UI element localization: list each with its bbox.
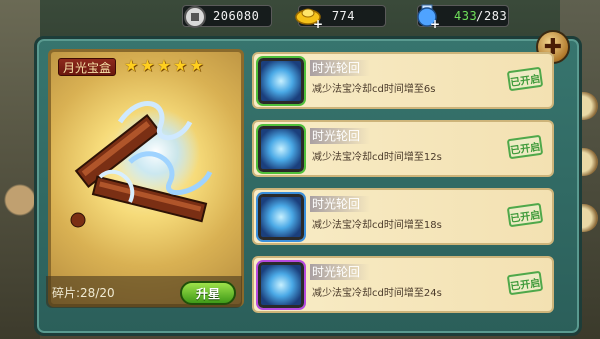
treasure-name-tag: 月光宝盒 xyxy=(58,58,116,76)
energy-max: 283 xyxy=(484,9,508,23)
moonlight-box-artwork xyxy=(70,101,213,228)
skill-row[interactable]: 时光轮回 减少法宝冷却cd时间增至18s 已开启 xyxy=(252,188,554,245)
star-icon: ★ xyxy=(189,56,204,75)
unlocked-stamp: 已开启 xyxy=(506,66,544,92)
time-reverse-skill-icon xyxy=(258,58,304,104)
skill-title: 时光轮回 xyxy=(310,128,371,144)
fragment-count: 碎片:28/20 xyxy=(52,286,115,300)
energy-counter: + 433 / 283 xyxy=(417,4,509,29)
svg-text:+: + xyxy=(430,17,440,29)
coin-icon xyxy=(184,6,206,28)
skill-description: 减少法宝冷却cd时间增至6s xyxy=(312,84,436,95)
gold-ingot-add-icon[interactable]: + xyxy=(295,2,323,30)
star-rating: ★ ★ ★ ★ ★ xyxy=(124,58,204,74)
time-reverse-skill-icon xyxy=(258,262,304,308)
gold-value: 774 xyxy=(331,9,355,23)
skill-title: 时光轮回 xyxy=(310,196,371,212)
energy-potion-add-icon[interactable]: + xyxy=(414,1,442,29)
skill-row[interactable]: 时光轮回 减少法宝冷却cd时间增至24s 已开启 xyxy=(252,256,554,313)
star-icon: ★ xyxy=(124,56,139,75)
skill-description: 减少法宝冷却cd时间增至18s xyxy=(312,220,442,231)
star-icon: ★ xyxy=(140,56,155,75)
star-icon: ★ xyxy=(156,56,172,75)
upgrade-star-button[interactable]: 升星 xyxy=(180,281,236,305)
unlocked-stamp: 已开启 xyxy=(506,270,544,296)
time-reverse-skill-icon xyxy=(258,194,304,240)
skill-title: 时光轮回 xyxy=(310,264,371,280)
skill-row[interactable]: 时光轮回 减少法宝冷却cd时间增至6s 已开启 xyxy=(252,52,554,109)
unlocked-stamp: 已开启 xyxy=(506,134,544,160)
skill-title: 时光轮回 xyxy=(310,60,371,76)
skill-description: 减少法宝冷却cd时间增至12s xyxy=(312,152,442,163)
star-icon: ★ xyxy=(173,56,188,75)
time-reverse-skill-icon xyxy=(258,126,304,172)
unlocked-stamp: 已开启 xyxy=(506,202,544,228)
coin-value: 206080 xyxy=(213,9,260,23)
skill-description: 减少法宝冷却cd时间增至24s xyxy=(312,288,442,299)
svg-text:+: + xyxy=(313,17,323,30)
energy-separator: / xyxy=(476,9,484,23)
treasure-name: 月光宝盒 xyxy=(62,60,111,75)
energy-current: 433 xyxy=(454,9,478,23)
coin-counter: 206080 xyxy=(182,5,272,28)
gold-counter: + 774 xyxy=(295,2,386,30)
skill-row[interactable]: 时光轮回 减少法宝冷却cd时间增至12s 已开启 xyxy=(252,120,554,177)
upgrade-star-label: 升星 xyxy=(195,286,220,301)
